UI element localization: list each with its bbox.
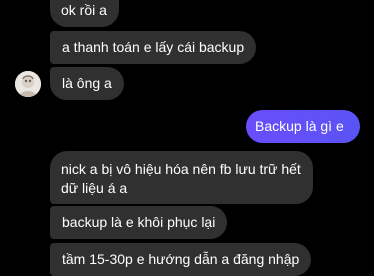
message-text: tầm 15-30p e hướng dẫn a đăng nhập — [62, 251, 300, 267]
message-bubble-incoming[interactable]: ok rồi a — [50, 0, 119, 27]
message-text: a thanh toán e lấy cái backup — [62, 39, 245, 55]
message-text: ok rồi a — [61, 2, 107, 18]
message-text-line: dữ liệu á a — [61, 180, 128, 196]
chat-thread: ok rồi a a thanh toán e lấy cái backup l… — [0, 0, 374, 276]
message-text-line: nick a bị vô hiệu hóa nên fb lưu trữ hết — [61, 161, 301, 177]
message-text: là ông a — [62, 75, 112, 91]
message-text: backup là e khôi phục lại — [62, 214, 216, 230]
message-bubble-incoming[interactable]: là ông a — [50, 67, 124, 100]
message-bubble-incoming[interactable]: a thanh toán e lấy cái backup — [50, 31, 257, 64]
message-bubble-incoming[interactable]: tầm 15-30p e hướng dẫn a đăng nhập — [50, 243, 312, 276]
contact-avatar-icon — [15, 71, 41, 97]
message-text: Backup là gì e — [255, 118, 344, 134]
message-bubble-outgoing[interactable]: Backup là gì e — [246, 110, 360, 143]
message-bubble-incoming[interactable]: backup là e khôi phục lại — [50, 206, 228, 239]
avatar[interactable] — [15, 71, 41, 97]
message-bubble-incoming[interactable]: nick a bị vô hiệu hóa nên fb lưu trữ hết… — [50, 151, 313, 204]
